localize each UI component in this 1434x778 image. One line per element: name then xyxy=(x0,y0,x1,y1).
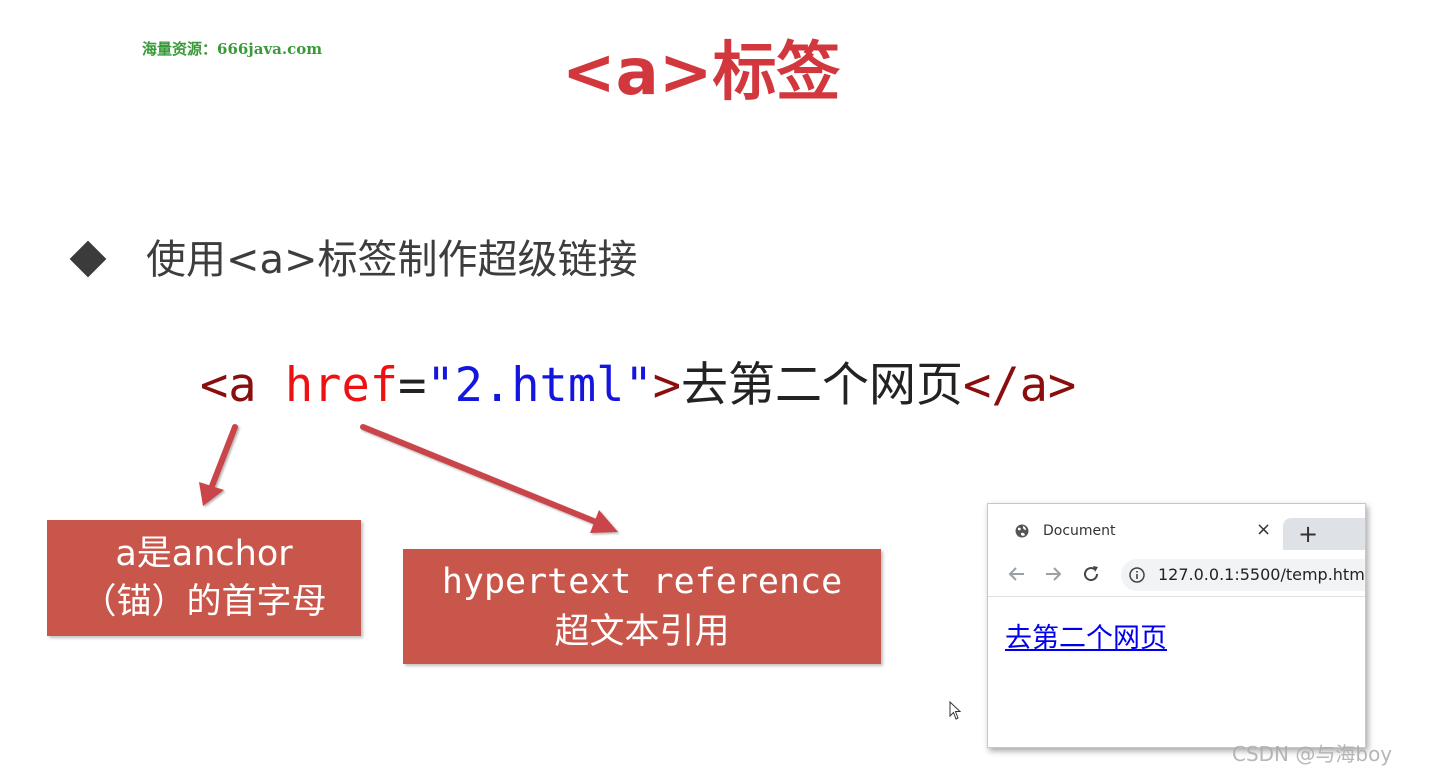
plus-icon: + xyxy=(1298,520,1319,548)
anchor-note-line2: （锚）的首字母 xyxy=(81,582,327,622)
slide-title: <a>标签 xyxy=(562,36,841,110)
arrow-to-href-note xyxy=(360,424,618,533)
new-tab-button[interactable]: + xyxy=(1283,518,1365,550)
slide: 海量资源：666java.com <a>标签 使用<a>标签制作超级链接 <a … xyxy=(0,0,1434,778)
code-link-text: 去第二个网页 xyxy=(681,358,964,413)
reload-icon[interactable] xyxy=(1079,562,1103,586)
globe-icon xyxy=(1015,524,1029,538)
back-arrow-icon[interactable] xyxy=(1005,562,1029,586)
href-note-line2: 超文本引用 xyxy=(554,611,730,652)
browser-tab-strip: Document × + xyxy=(988,504,1365,556)
address-bar[interactable]: 127.0.0.1:5500/temp.html xyxy=(1121,559,1365,591)
url-text[interactable]: 127.0.0.1:5500/temp.html xyxy=(1158,565,1365,584)
anchor-note: a是anchor （锚）的首字母 xyxy=(47,520,361,636)
tab-title[interactable]: Document xyxy=(1043,523,1116,539)
tab-close-icon[interactable]: × xyxy=(1256,519,1271,540)
anchor-note-line1: a是anchor xyxy=(115,534,293,574)
code-tag-gt: > xyxy=(652,358,682,413)
forward-arrow-icon[interactable] xyxy=(1041,562,1065,586)
info-icon[interactable] xyxy=(1129,567,1145,583)
href-note-line1: hypertext reference xyxy=(441,561,843,602)
site-watermark: 海量资源：666java.com xyxy=(142,40,323,58)
second-page-link[interactable]: 去第二个网页 xyxy=(1005,616,1167,655)
browser-window: Document × + 127.0.0.1:5500/temp.html 去第… xyxy=(987,503,1366,748)
code-value: "2.html" xyxy=(426,358,653,413)
code-attr: href xyxy=(284,358,399,413)
csdn-watermark: CSDN @与海boy xyxy=(1232,742,1393,766)
bullet-text: 使用<a>标签制作超级链接 xyxy=(146,237,638,283)
bullet-diamond-icon xyxy=(69,240,107,278)
mouse-pointer-icon xyxy=(949,701,962,720)
code-equals: = xyxy=(398,358,427,413)
href-note: hypertext reference 超文本引用 xyxy=(403,549,881,664)
code-example: <a href="2.html">去第二个网页</a> xyxy=(200,356,1076,416)
arrow-to-anchor-note xyxy=(199,424,238,506)
code-tag-open: <a xyxy=(200,358,257,413)
code-tag-close: </a> xyxy=(963,358,1077,413)
browser-toolbar: 127.0.0.1:5500/temp.html xyxy=(988,556,1365,597)
